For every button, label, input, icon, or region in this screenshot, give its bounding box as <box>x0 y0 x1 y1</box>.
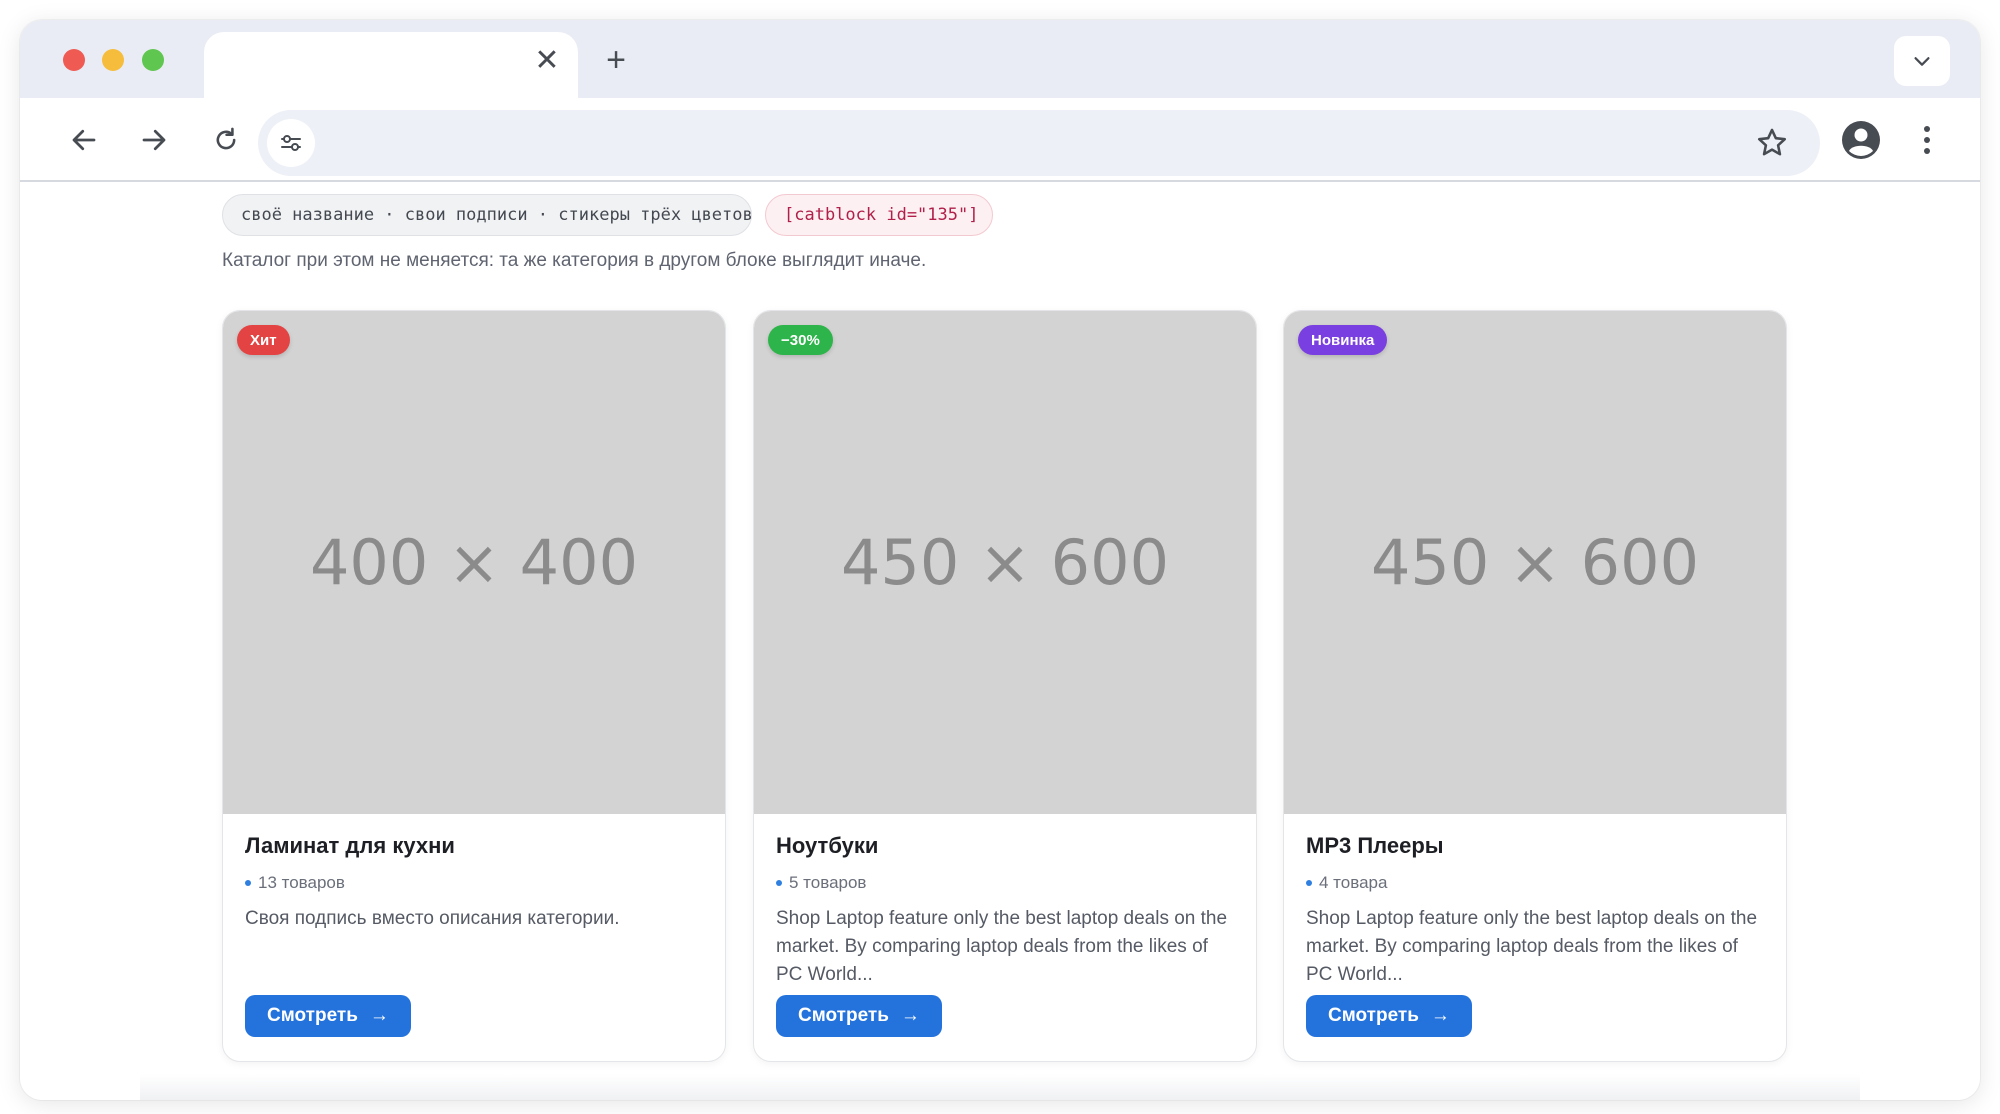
card-title[interactable]: MP3 Плееры <box>1306 833 1444 859</box>
profile-icon <box>1842 121 1880 159</box>
status-badge: Хит <box>237 325 290 355</box>
view-button-label: Смотреть <box>1328 1005 1419 1026</box>
address-bar[interactable] <box>258 110 1820 176</box>
view-button[interactable]: Смотреть → <box>245 995 411 1037</box>
card-title[interactable]: Ноутбуки <box>776 833 878 859</box>
chevron-down-icon <box>1914 57 1930 66</box>
bookmark-button[interactable] <box>1754 125 1790 161</box>
card-description: Shop Laptop feature only the best laptop… <box>776 908 1228 985</box>
minimize-window-button[interactable] <box>102 49 124 71</box>
profile-button[interactable] <box>1841 120 1881 160</box>
view-button[interactable]: Смотреть → <box>1306 995 1472 1037</box>
card-description: Своя подпись вместо описания категории. <box>245 908 620 929</box>
product-count-text: 5 товаров <box>789 873 867 892</box>
browser-window: ✕ + своё название · свои подписи · стике… <box>20 20 1980 1100</box>
bookmark-star-icon <box>1757 128 1787 156</box>
close-icon[interactable]: ✕ <box>532 44 562 77</box>
product-count: 5 товаров <box>776 873 866 893</box>
browser-toolbar <box>20 98 1980 182</box>
back-arrow-icon <box>72 129 96 151</box>
more-vert-icon[interactable] <box>1912 120 1942 160</box>
site-settings-icon <box>281 135 301 151</box>
category-card: 400 × 400 Хит Ламинат для кухни 13 товар… <box>222 310 726 1062</box>
product-count-text: 4 товара <box>1319 873 1388 892</box>
card-image-placeholder: 450 × 600 <box>1284 311 1786 814</box>
forward-button[interactable] <box>136 122 172 158</box>
tab-search-button[interactable] <box>1894 36 1950 86</box>
status-badge: −30% <box>768 325 833 355</box>
close-window-button[interactable] <box>63 49 85 71</box>
product-count: 4 товара <box>1306 873 1387 893</box>
bullet-dot-icon <box>1306 880 1312 886</box>
back-button[interactable] <box>66 122 102 158</box>
bullet-dot-icon <box>245 880 251 886</box>
status-badge: Новинка <box>1298 325 1388 355</box>
category-card: 450 × 600 Новинка MP3 Плееры 4 товара Sh… <box>1283 310 1787 1062</box>
catalog-note: Каталог при этом не меняется: та же кате… <box>222 250 927 271</box>
active-tab[interactable] <box>204 32 578 98</box>
card-description: Shop Laptop feature only the best laptop… <box>1306 908 1758 985</box>
forward-arrow-icon <box>142 129 166 151</box>
card-image-placeholder: 450 × 600 <box>754 311 1256 814</box>
card-image-placeholder: 400 × 400 <box>223 311 725 814</box>
card-title[interactable]: Ламинат для кухни <box>245 833 455 859</box>
view-button-label: Смотреть <box>798 1005 889 1026</box>
tab-strip: ✕ + <box>20 20 1980 98</box>
site-settings-button[interactable] <box>267 119 315 167</box>
page-bottom-fade <box>140 1074 1860 1100</box>
view-button-label: Смотреть <box>267 1005 358 1026</box>
plus-icon[interactable]: + <box>599 41 633 79</box>
arrow-right-icon: → <box>1430 1005 1450 1026</box>
view-button[interactable]: Смотреть → <box>776 995 942 1037</box>
features-chip: своё название · свои подписи · стикеры т… <box>222 194 753 236</box>
page-content: своё название · свои подписи · стикеры т… <box>20 182 1980 1100</box>
bullet-dot-icon <box>776 880 782 886</box>
arrow-right-icon: → <box>900 1005 920 1026</box>
category-card: 450 × 600 −30% Ноутбуки 5 товаров Shop L… <box>753 310 1257 1062</box>
arrow-right-icon: → <box>369 1005 389 1026</box>
shortcode-chip: [catblock id="135"] <box>765 194 993 236</box>
maximize-window-button[interactable] <box>142 49 164 71</box>
product-count: 13 товаров <box>245 873 345 893</box>
product-count-text: 13 товаров <box>258 873 345 892</box>
reload-button[interactable] <box>208 122 244 158</box>
reload-icon <box>216 127 236 150</box>
